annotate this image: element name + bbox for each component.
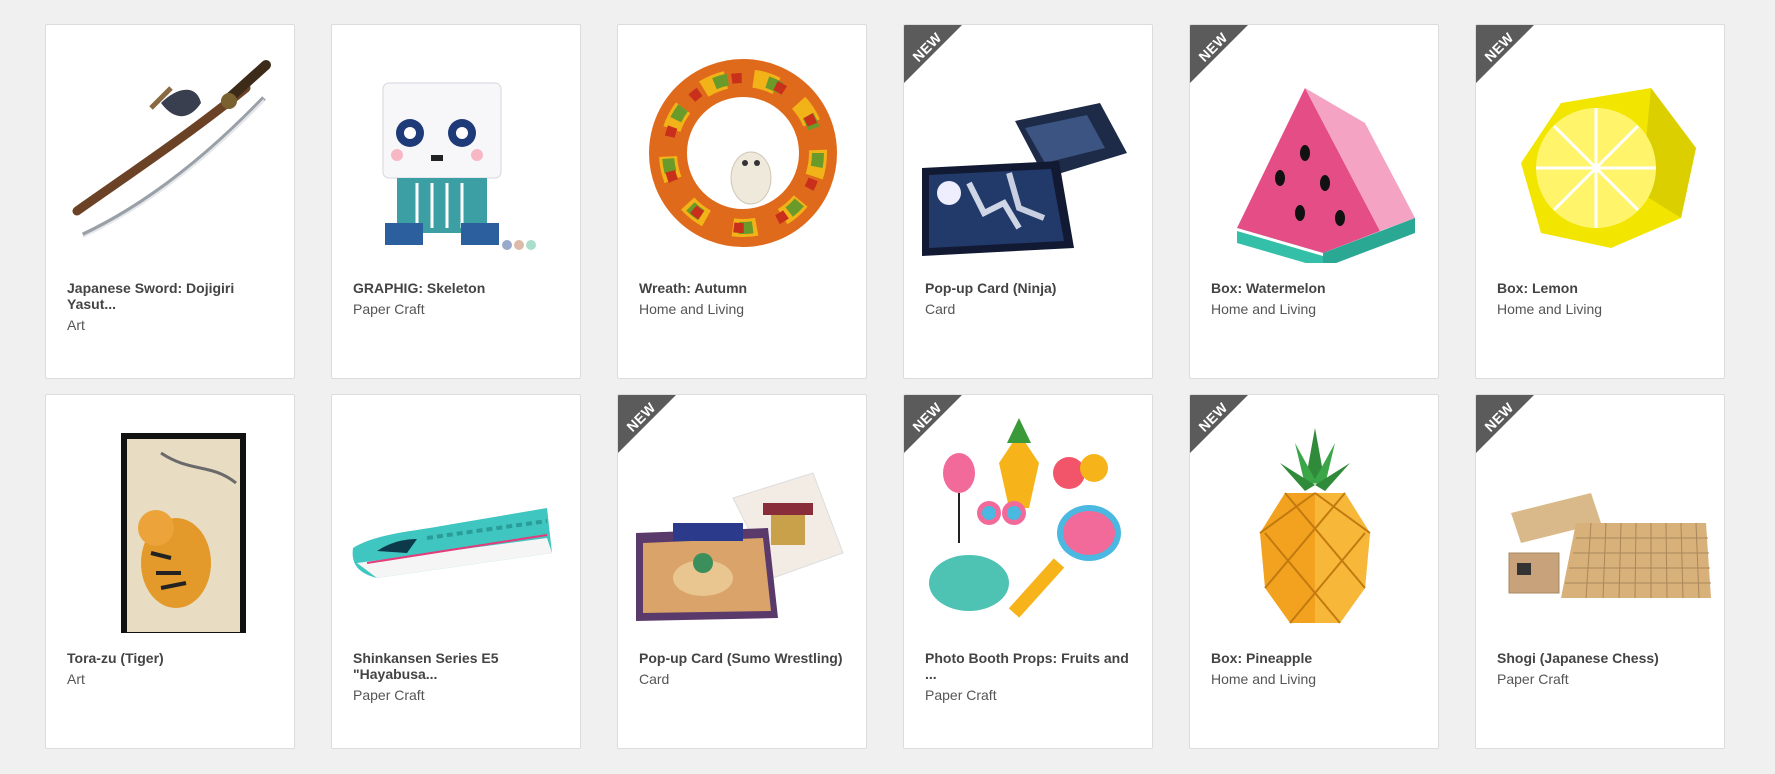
new-badge: NEW <box>618 395 678 455</box>
product-category: Paper Craft <box>1497 671 1569 687</box>
product-title[interactable]: Shogi (Japanese Chess) <box>1497 650 1708 666</box>
new-badge: NEW <box>904 395 964 455</box>
product-card[interactable]: NEW Box: Watermelon Home and Living <box>1189 24 1439 379</box>
product-card[interactable]: NEW Box: Lemon Home and Living <box>1475 24 1725 379</box>
product-title[interactable]: Japanese Sword: Dojigiri Yasut... <box>67 280 278 312</box>
new-badge: NEW <box>1476 395 1536 455</box>
product-card[interactable]: Shinkansen Series E5 "Hayabusa... Paper … <box>331 394 581 749</box>
new-badge: NEW <box>1190 395 1250 455</box>
new-badge: NEW <box>904 25 964 85</box>
new-badge: NEW <box>1476 25 1536 85</box>
product-category: Art <box>67 317 85 333</box>
product-category: Paper Craft <box>353 687 425 703</box>
product-card[interactable]: GRAPHIG: Skeleton Paper Craft <box>331 24 581 379</box>
wreath-image[interactable] <box>633 43 853 263</box>
sword-image[interactable] <box>61 43 281 263</box>
product-title[interactable]: Box: Watermelon <box>1211 280 1422 296</box>
product-title[interactable]: Shinkansen Series E5 "Hayabusa... <box>353 650 564 682</box>
product-card[interactable]: NEW Pop-up Card (Ninja) Card <box>903 24 1153 379</box>
product-title[interactable]: Tora-zu (Tiger) <box>67 650 278 666</box>
product-title[interactable]: Box: Pineapple <box>1211 650 1422 666</box>
tiger-image[interactable] <box>61 413 281 633</box>
product-card[interactable]: Japanese Sword: Dojigiri Yasut... Art <box>45 24 295 379</box>
product-card[interactable]: NEW Shogi (Japanese Chess) Paper Craft <box>1475 394 1725 749</box>
product-grid: Japanese Sword: Dojigiri Yasut... Art GR… <box>45 24 1725 749</box>
product-title[interactable]: Pop-up Card (Ninja) <box>925 280 1136 296</box>
product-card[interactable]: NEW Box: Pineapple Home and Living <box>1189 394 1439 749</box>
product-category: Home and Living <box>1211 301 1317 317</box>
product-card[interactable]: Wreath: Autumn Home and Living <box>617 24 867 379</box>
product-card[interactable]: Tora-zu (Tiger) Art <box>45 394 295 749</box>
product-category: Card <box>639 671 670 687</box>
skeleton-image[interactable] <box>347 43 567 263</box>
product-card[interactable]: NEW Photo Booth Props: Fruits and ... Pa… <box>903 394 1153 749</box>
product-category: Home and Living <box>1211 671 1317 687</box>
product-title[interactable]: Wreath: Autumn <box>639 280 850 296</box>
product-category: Home and Living <box>1497 301 1603 317</box>
product-category: Home and Living <box>639 301 745 317</box>
new-badge: NEW <box>1190 25 1250 85</box>
product-card[interactable]: NEW Pop-up Card (Sumo Wrestling) Card <box>617 394 867 749</box>
product-title[interactable]: Photo Booth Props: Fruits and ... <box>925 650 1136 682</box>
train-image[interactable] <box>347 413 567 633</box>
product-title[interactable]: Box: Lemon <box>1497 280 1708 296</box>
product-title[interactable]: Pop-up Card (Sumo Wrestling) <box>639 650 850 666</box>
product-category: Paper Craft <box>353 301 425 317</box>
product-title[interactable]: GRAPHIG: Skeleton <box>353 280 564 296</box>
product-category: Paper Craft <box>925 687 997 703</box>
product-category: Card <box>925 301 956 317</box>
product-category: Art <box>67 671 85 687</box>
